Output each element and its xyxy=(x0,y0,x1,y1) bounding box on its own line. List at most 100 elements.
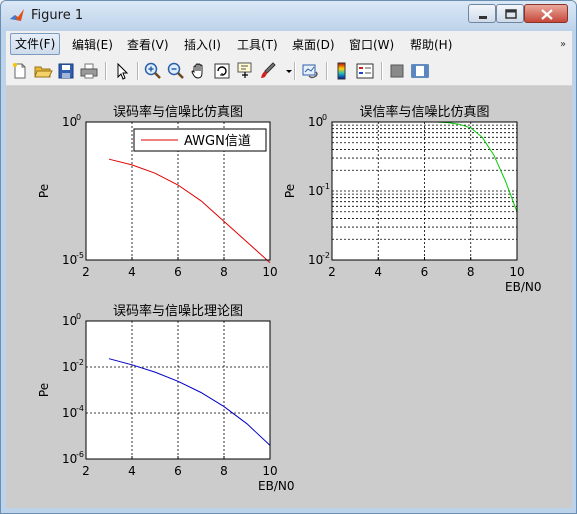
x-tick-label: 6 xyxy=(174,265,182,279)
close-icon xyxy=(541,9,553,20)
x-tick-label: 6 xyxy=(174,464,182,478)
save-icon[interactable] xyxy=(56,61,76,81)
y-tick-exponent: -2 xyxy=(76,358,84,367)
y-tick-exponent: -5 xyxy=(76,251,84,260)
x-tick-label: 2 xyxy=(82,265,90,279)
legend: AWGN信道 xyxy=(133,128,267,152)
rotate-3d-icon[interactable] xyxy=(212,61,232,81)
toolbar-separator xyxy=(326,62,328,80)
pointer-icon[interactable] xyxy=(112,61,132,81)
hide-plot-tools-icon[interactable] xyxy=(387,61,407,81)
x-tick-label: 2 xyxy=(82,464,90,478)
brush-dropdown-icon[interactable] xyxy=(279,61,292,81)
zoom-in-icon[interactable] xyxy=(143,61,163,81)
y-axis-label: Pe xyxy=(283,184,297,198)
data-point xyxy=(493,155,494,156)
data-point xyxy=(108,358,109,359)
data-point xyxy=(246,423,247,424)
toolbar-separator xyxy=(105,62,107,80)
minimize-icon xyxy=(479,16,487,19)
matlab-logo-icon xyxy=(10,9,24,21)
data-point xyxy=(154,372,155,373)
chart-1: 2 4 6 8 1010010-5误码率与信噪比仿真图PeAWGN信道 xyxy=(37,104,278,279)
toolbar-separator xyxy=(381,62,383,80)
y-tick-label: 10 xyxy=(62,253,77,267)
menu-view[interactable]: 查看(V) xyxy=(127,35,169,55)
data-point xyxy=(108,159,109,160)
y-tick-exponent: -1 xyxy=(322,182,330,191)
y-tick-exponent: 0 xyxy=(322,113,327,122)
data-cursor-icon[interactable] xyxy=(235,61,255,81)
title-bar[interactable]: Figure 1 xyxy=(1,1,576,31)
y-tick-label: 10 xyxy=(62,314,77,328)
y-tick-label: 10 xyxy=(308,115,323,129)
y-axis-label: Pe xyxy=(37,184,51,198)
data-point xyxy=(154,173,155,174)
x-tick-label: 10 xyxy=(262,464,277,478)
maximize-icon xyxy=(505,9,517,19)
y-tick-label: 10 xyxy=(308,253,323,267)
y-tick-label: 10 xyxy=(62,406,77,420)
menu-desktop[interactable]: 桌面(D) xyxy=(292,35,335,55)
x-tick-label: 6 xyxy=(421,265,429,279)
link-plot-icon[interactable] xyxy=(300,61,320,81)
menu-file[interactable]: 文件(F) xyxy=(10,33,61,55)
data-point xyxy=(131,364,132,365)
colorbar-icon[interactable] xyxy=(332,61,352,81)
menu-window[interactable]: 窗口(W) xyxy=(349,35,394,55)
new-figure-icon[interactable] xyxy=(10,61,30,81)
figure-toolbar xyxy=(6,57,572,86)
toolbar-separator xyxy=(294,62,296,80)
x-tick-label: 4 xyxy=(128,265,136,279)
print-icon[interactable] xyxy=(79,61,99,81)
data-point xyxy=(177,184,178,185)
data-point xyxy=(505,180,506,181)
data-point xyxy=(269,262,270,263)
data-point xyxy=(200,392,201,393)
menu-help[interactable]: 帮助(H) xyxy=(410,35,452,55)
data-point xyxy=(470,127,471,128)
chart-title: 误码率与信噪比仿真图 xyxy=(113,104,243,120)
x-tick-label: 10 xyxy=(262,265,277,279)
y-tick-label: 10 xyxy=(62,360,77,374)
open-file-icon[interactable] xyxy=(33,61,53,81)
show-plot-tools-icon[interactable] xyxy=(410,61,430,81)
x-axis-label: EB/N0 xyxy=(258,479,294,493)
y-tick-exponent: -4 xyxy=(76,404,84,413)
chart-title: 误码率与信噪比理论图 xyxy=(113,303,243,319)
data-point xyxy=(131,164,132,165)
y-tick-label: 10 xyxy=(62,115,77,129)
figure-window: Figure 1 文件(F) 编辑(E) 查看(V) 插入(I) 工具(T) 桌… xyxy=(0,0,577,514)
pan-hand-icon[interactable] xyxy=(189,61,209,81)
x-tick-label: 2 xyxy=(328,265,336,279)
data-point xyxy=(223,406,224,407)
legend-icon[interactable] xyxy=(355,61,375,81)
x-tick-label: 8 xyxy=(220,464,228,478)
y-tick-label: 10 xyxy=(308,184,323,198)
figure-plots: 2 4 6 8 1010010-5误码率与信噪比仿真图PeAWGN信道2 4 6 8 10100… xyxy=(37,104,541,493)
window-title: Figure 1 xyxy=(31,8,84,23)
brush-icon[interactable] xyxy=(258,61,278,81)
double-chevron-icon[interactable]: » xyxy=(560,39,566,50)
data-point xyxy=(482,137,483,138)
x-tick-label: 8 xyxy=(220,265,228,279)
chart-title: 误信率与信噪比仿真图 xyxy=(359,104,489,120)
minimize-button[interactable] xyxy=(468,4,496,23)
menu-edit[interactable]: 编辑(E) xyxy=(72,35,113,55)
zoom-out-icon[interactable] xyxy=(166,61,186,81)
figure-canvas[interactable]: 2 4 6 8 10 10 0 10 -5 误码率与信噪比仿真图 Pe AWGN信道 2 4 6 8 10 10 0… xyxy=(6,86,572,508)
legend-entry: AWGN信道 xyxy=(184,134,251,149)
y-tick-exponent: -2 xyxy=(322,251,330,260)
chart-3: 2 4 6 8 1010010-210-410-6误码率与信噪比理论图PeEB/N0 xyxy=(37,303,294,493)
y-tick-label: 10 xyxy=(62,452,77,466)
maximize-button[interactable] xyxy=(496,4,524,23)
y-tick-exponent: 0 xyxy=(76,113,81,122)
menu-insert[interactable]: 插入(I) xyxy=(184,35,221,55)
toolbar-separator xyxy=(137,62,139,80)
data-point xyxy=(177,381,178,382)
x-tick-label: 10 xyxy=(509,265,524,279)
menu-tools[interactable]: 工具(T) xyxy=(237,35,278,55)
x-tick-label: 4 xyxy=(128,464,136,478)
close-button[interactable] xyxy=(524,4,568,23)
chart-2: 2 4 6 8 1010010-110-2误信率与信噪比仿真图PeEB/N0 xyxy=(283,104,541,294)
